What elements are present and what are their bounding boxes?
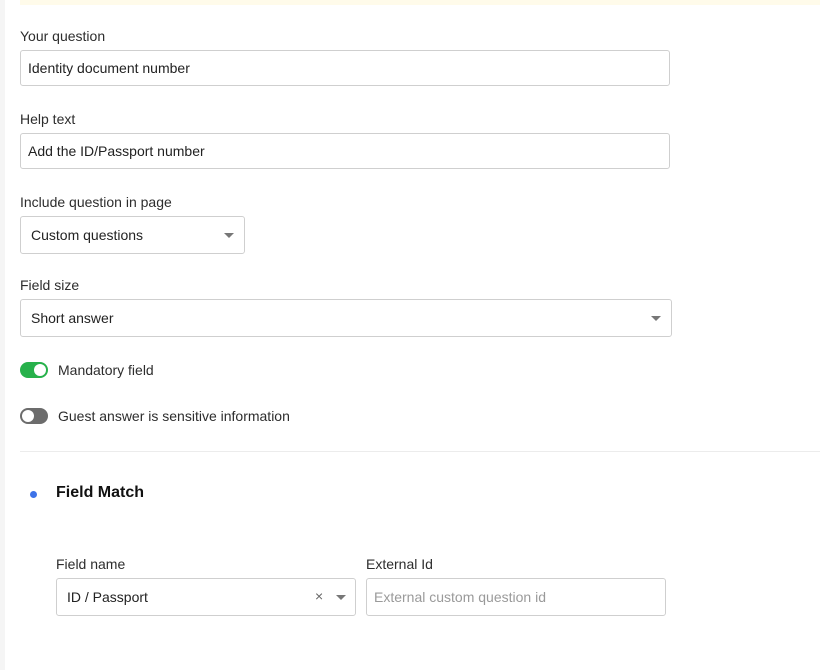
include-in-page-select[interactable]: Custom questions (20, 216, 245, 254)
help-text-input[interactable] (20, 133, 670, 169)
mandatory-toggle-label: Mandatory field (58, 362, 154, 378)
sensitive-toggle[interactable] (20, 408, 48, 424)
notice-banner (20, 0, 820, 5)
include-in-page-value: Custom questions (31, 227, 144, 243)
external-id-label: External Id (366, 556, 433, 572)
question-editor-panel: Your question Help text Include question… (5, 0, 820, 670)
close-icon[interactable]: × (315, 588, 323, 604)
sensitive-toggle-label: Guest answer is sensitive information (58, 408, 290, 424)
field-name-value: ID / Passport (67, 589, 148, 605)
question-input[interactable] (20, 50, 670, 86)
section-divider (20, 451, 820, 452)
field-name-label: Field name (56, 556, 126, 572)
bullet-icon (30, 491, 37, 498)
external-id-input[interactable] (366, 578, 666, 616)
field-name-select[interactable]: ID / Passport × (56, 578, 356, 616)
field-size-value: Short answer (31, 310, 114, 326)
field-size-select[interactable]: Short answer (20, 299, 672, 337)
toggle-knob (34, 364, 46, 376)
field-match-title: Field Match (56, 484, 145, 501)
include-in-page-label: Include question in page (20, 194, 172, 210)
field-size-label: Field size (20, 277, 80, 293)
toggle-knob (22, 410, 34, 422)
chevron-down-icon (224, 233, 234, 238)
chevron-down-icon (336, 595, 346, 600)
question-label: Your question (20, 28, 106, 44)
help-text-label: Help text (20, 111, 76, 127)
chevron-down-icon (651, 316, 661, 321)
mandatory-toggle[interactable] (20, 362, 48, 378)
